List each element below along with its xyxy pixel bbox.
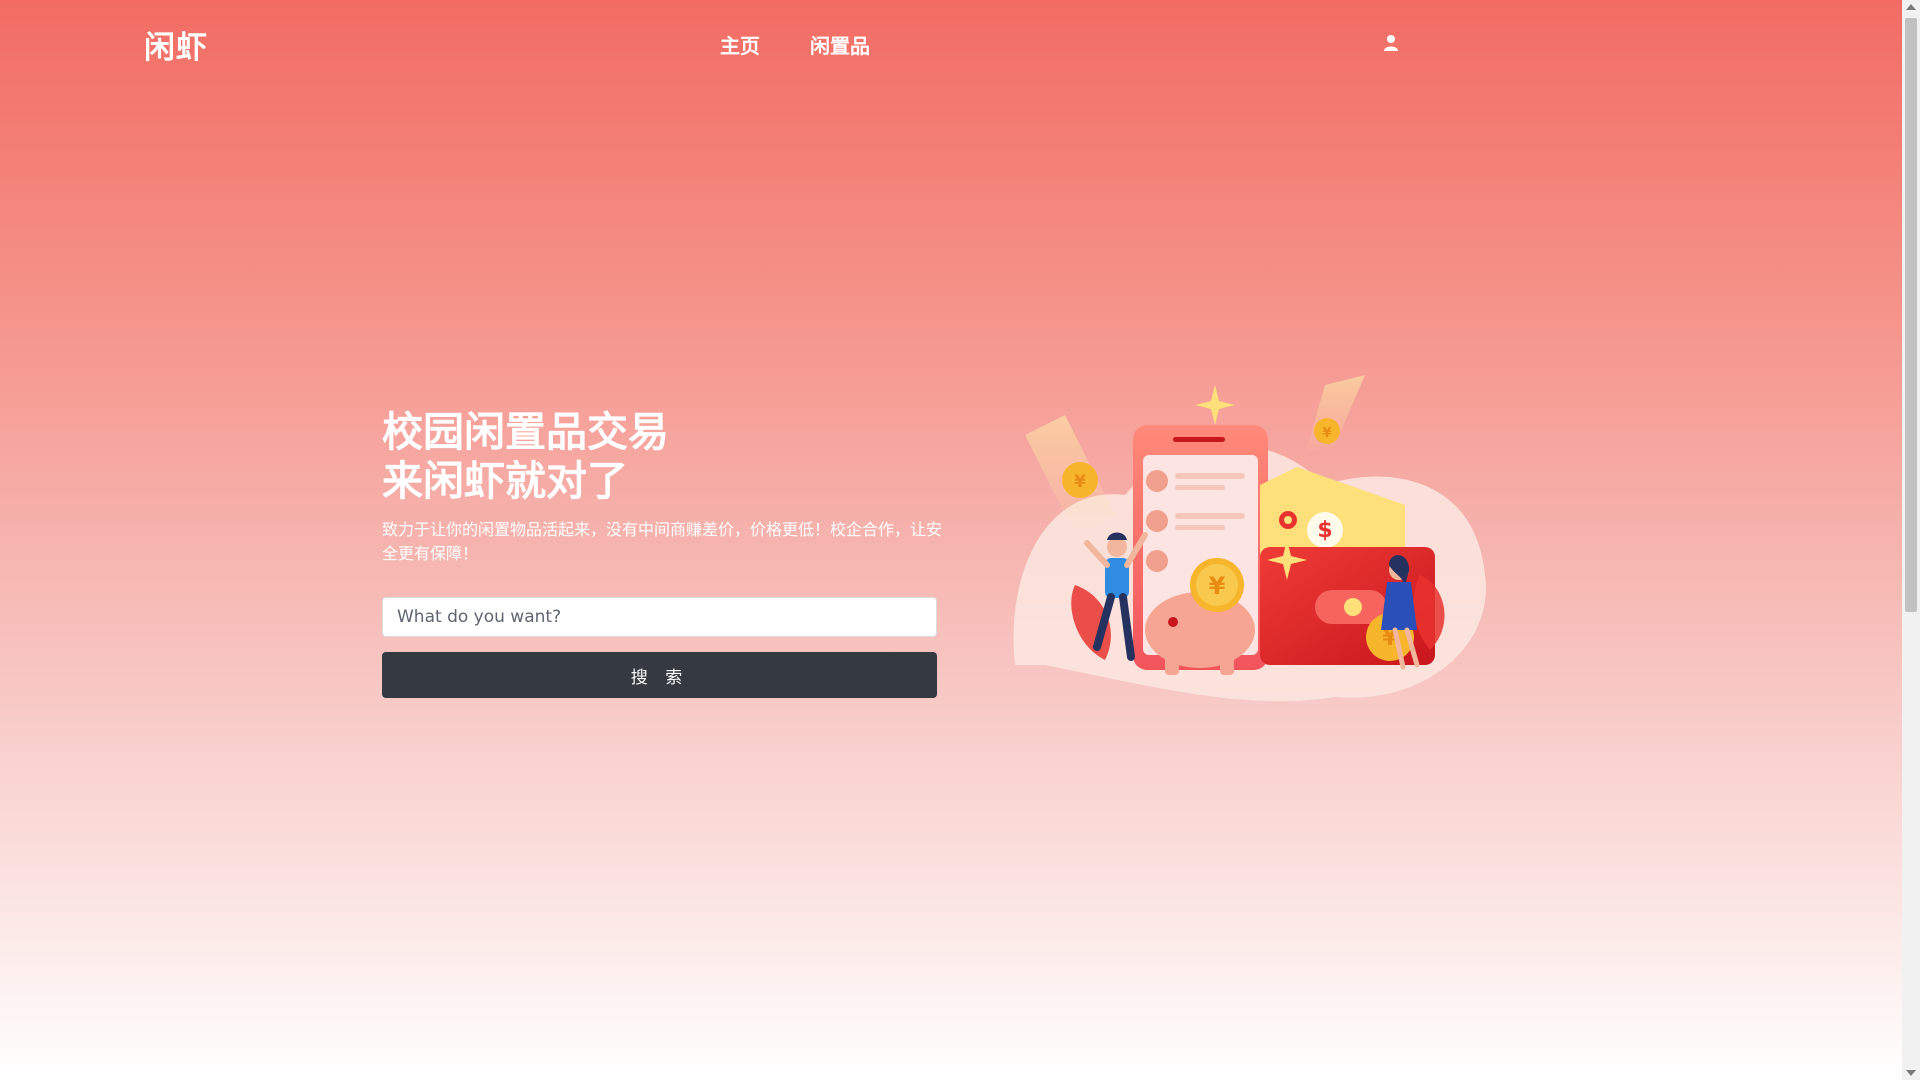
svg-text:¥: ¥ [1322, 426, 1331, 441]
brand-logo[interactable]: 闲虾 [144, 22, 208, 67]
svg-text:¥: ¥ [1209, 572, 1226, 600]
top-navbar: 闲虾 主页 闲置品 [0, 0, 1902, 88]
scroll-thumb[interactable] [1905, 18, 1917, 612]
hero-illustration: $ ¥ ¥ ¥ ¥ [1013, 375, 1486, 702]
light-beam [1305, 375, 1365, 455]
sparkle [1195, 385, 1235, 425]
hero-title: 校园闲置品交易 来闲虾就对了 [382, 408, 669, 506]
scroll-down-arrow-icon[interactable] [1906, 1070, 1916, 1076]
hero-title-line-1: 校园闲置品交易 [382, 408, 669, 456]
scroll-up-arrow-icon[interactable] [1906, 4, 1916, 10]
nav-link-home[interactable]: 主页 [720, 30, 760, 59]
user-icon[interactable] [1383, 34, 1399, 52]
hero-title-line-2: 来闲虾就对了 [382, 457, 628, 505]
hero-subtitle: 致力于让你的闲置物品活起来，没有中间商赚差价，价格更低！校企合作，让安全更有保障… [382, 520, 943, 563]
svg-text:¥: ¥ [1074, 472, 1086, 492]
nav-link-idle-items[interactable]: 闲置品 [810, 30, 870, 59]
search-input[interactable] [382, 597, 937, 637]
svg-text:$: $ [1317, 518, 1332, 543]
search-button[interactable]: 搜 索 [382, 652, 937, 698]
vertical-scrollbar[interactable] [1902, 0, 1920, 1080]
